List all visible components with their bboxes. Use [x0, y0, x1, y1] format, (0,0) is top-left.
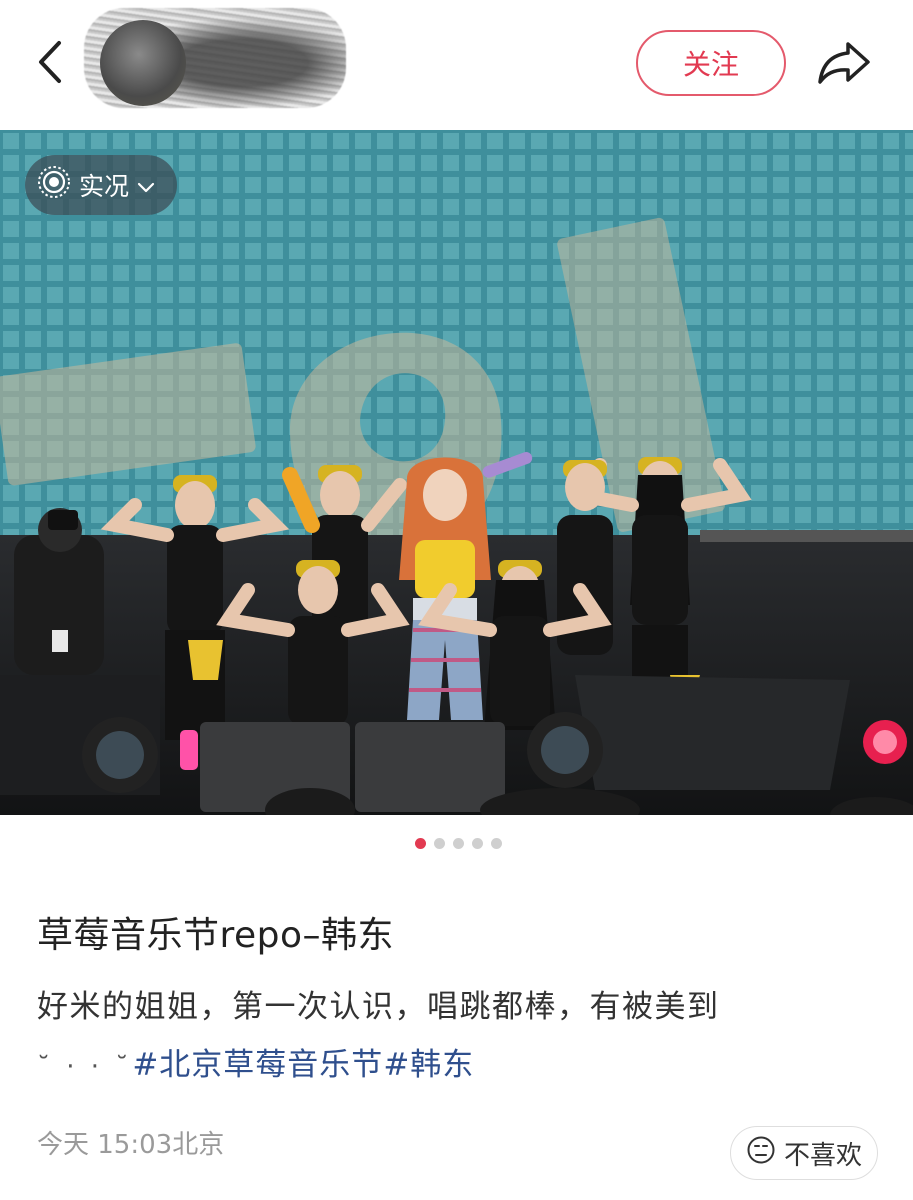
dislike-label: 不喜欢	[783, 1140, 862, 1171]
post-body-text: 好米的姐姐，第一次认识，唱跳都棒，有被美到	[37, 989, 720, 1025]
pagination-dot[interactable]	[452, 838, 464, 849]
back-button[interactable]	[28, 40, 72, 88]
live-badge-label: 实况	[79, 172, 130, 201]
pagination-dot[interactable]	[414, 838, 426, 849]
pagination-dot[interactable]	[433, 838, 445, 849]
top-bar: 关注	[0, 0, 913, 130]
share-button[interactable]	[812, 36, 876, 92]
hashtag-link[interactable]: #韩东	[383, 1047, 474, 1083]
post-body: 好米的姐姐，第一次认识，唱跳都棒，有被美到 ˘ · · ˘#北京草莓音乐节#韩东	[37, 978, 877, 1096]
pagination-dot[interactable]	[471, 838, 483, 849]
carousel-pagination	[0, 838, 913, 852]
concert-photo	[0, 130, 913, 815]
share-arrow-icon	[816, 38, 872, 90]
hashtag-link[interactable]: #北京草莓音乐节	[132, 1047, 383, 1083]
post-photo-carousel[interactable]	[0, 130, 913, 815]
post-title: 草莓音乐节repo–韩东	[37, 915, 395, 956]
frown-face-icon	[746, 1135, 776, 1172]
post-time-location: 今天 15:03北京	[37, 1130, 225, 1160]
dislike-button[interactable]: 不喜欢	[730, 1126, 878, 1180]
chevron-down-icon	[137, 171, 155, 200]
emoji-text: ˘ · · ˘	[37, 1052, 133, 1082]
live-photo-toggle[interactable]: 实况	[25, 155, 177, 215]
avatar[interactable]	[100, 20, 186, 106]
follow-button[interactable]: 关注	[636, 30, 786, 96]
author-profile[interactable]	[84, 8, 346, 108]
live-photo-icon	[37, 165, 71, 205]
chevron-left-icon	[35, 39, 65, 89]
pagination-dot[interactable]	[490, 838, 502, 849]
